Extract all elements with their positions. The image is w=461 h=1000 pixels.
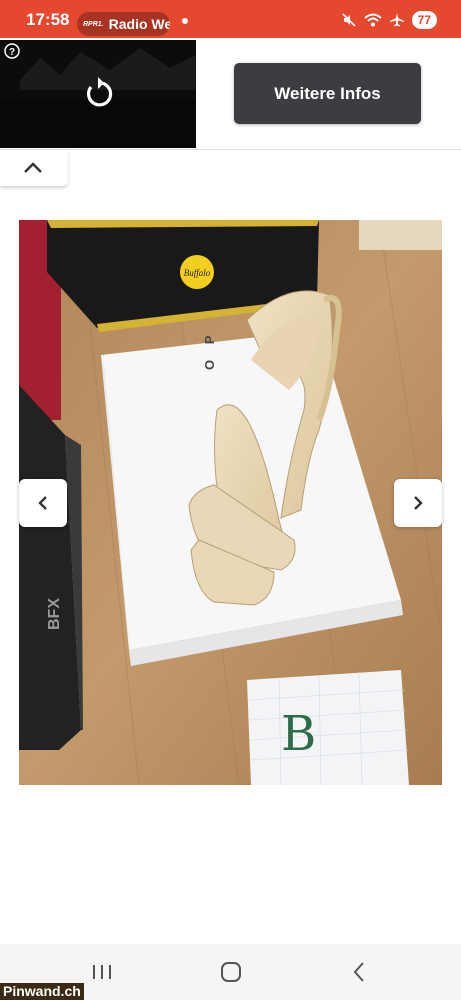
svg-text:Buffalo: Buffalo (184, 268, 211, 278)
radio-label: Radio We (108, 16, 170, 32)
svg-text:B: B (281, 706, 316, 762)
airplane-icon (389, 13, 404, 27)
status-time: 17:58 (26, 10, 70, 29)
ad-banner: ? Weitere Infos (0, 38, 461, 150)
previous-image-button[interactable] (19, 479, 67, 527)
battery-indicator: 77 (411, 11, 437, 29)
next-image-button[interactable] (394, 479, 442, 527)
svg-text:BFX: BFX (46, 598, 63, 630)
radio-logo: RPR1. (83, 20, 104, 28)
radio-notification-pill[interactable]: RPR1. Radio We (77, 12, 170, 36)
watermark: Pinwand.ch (0, 983, 84, 1000)
svg-text:?: ? (9, 47, 15, 58)
info-icon[interactable]: ? (4, 43, 20, 59)
chevron-right-icon (414, 496, 423, 510)
svg-text:O P: O P (202, 330, 217, 370)
back-icon[interactable] (348, 960, 372, 984)
chevron-up-icon (24, 162, 42, 173)
mute-icon (342, 13, 356, 27)
status-icons: 77 (342, 11, 437, 29)
recent-apps-icon[interactable] (90, 960, 114, 984)
ad-video[interactable]: ? (0, 40, 196, 148)
more-info-button[interactable]: Weitere Infos (234, 63, 421, 124)
chevron-left-icon (38, 496, 47, 510)
replay-icon[interactable] (81, 77, 115, 111)
listing-photo-image: BFX Buffalo O P B (19, 220, 442, 785)
listing-photo[interactable]: BFX Buffalo O P B (19, 220, 442, 785)
home-icon[interactable] (219, 960, 243, 984)
status-bar: 17:58 RPR1. Radio We 77 (0, 0, 461, 38)
wifi-icon (363, 13, 382, 27)
collapse-ad-toggle[interactable] (0, 150, 68, 186)
notification-dot (182, 18, 188, 24)
